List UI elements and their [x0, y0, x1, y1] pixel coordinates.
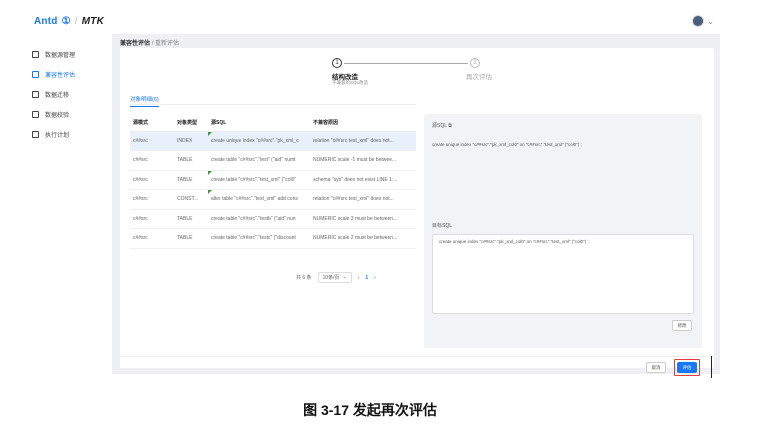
source-sql-label: 源SQL ⧉	[432, 122, 452, 129]
cell-schema: c##src	[130, 189, 174, 210]
sidebar-item-migrate[interactable]: 数据迁移	[28, 84, 112, 104]
table-header: 源模式 对象类型 源SQL 不兼容原因	[130, 114, 416, 132]
cell-schema: c##src	[130, 150, 174, 171]
main-content: 兼容性评估 / 重新评估 1 2 结构改造 不兼容的SQL改造 再次评估 对象明…	[112, 34, 720, 376]
step-1-dot: 1	[332, 58, 342, 68]
sidebar: 数据源管理 兼容性评估 数据迁移 数据校验 执行计划	[28, 44, 112, 144]
logo-separator: /	[74, 15, 78, 27]
evaluate-button[interactable]: 评估	[677, 362, 697, 373]
top-bar: Antd ① / MTK ⌄	[28, 8, 720, 34]
breadcrumb: 兼容性评估 / 重新评估	[120, 38, 179, 47]
cell-type: CONST...	[174, 189, 208, 210]
sidebar-item-evaluate[interactable]: 兼容性评估	[28, 64, 112, 84]
cell-reason: relation "c##src.test_xml" does not...	[310, 189, 416, 210]
source-sql-text: create unique index "c##src"."pk_xml_col…	[432, 142, 582, 147]
app-window: Antd ① / MTK ⌄ 数据源管理 兼容性评估 数据迁移 数据校验 执行计划…	[28, 8, 720, 376]
cell-schema: c##src	[130, 209, 174, 229]
sidebar-item-label: 执行计划	[45, 132, 70, 139]
cell-type: TABLE	[174, 209, 208, 229]
target-sql-editor[interactable]: create unique index "c##src"."pk_xml_col…	[432, 234, 694, 314]
table-row[interactable]: c##src TABLE create table "c##src"."test…	[130, 209, 416, 229]
cell-type: TABLE	[174, 228, 208, 249]
sidebar-item-plan[interactable]: 执行计划	[28, 124, 112, 144]
cell-reason: relation "c##src.test_xml" does not...	[310, 131, 416, 151]
column-header: 对象类型	[174, 114, 208, 132]
sidebar-item-datasource[interactable]: 数据源管理	[28, 44, 112, 64]
cell-sql: create table "c##src"."testc" ("discount	[208, 228, 310, 249]
target-sql-text: create unique index "c##src"."pk_xml_col…	[439, 239, 589, 244]
cell-type: TABLE	[174, 150, 208, 171]
avatar	[692, 15, 705, 27]
modify-button[interactable]: 修改	[672, 320, 692, 331]
logo[interactable]: Antd ① / MTK	[34, 16, 104, 27]
cell-schema: c##src	[130, 228, 174, 249]
cell-sql: create table "c##src"."testb" ("aid" nun	[208, 209, 310, 229]
chevron-down-icon: ⌄	[707, 16, 714, 26]
cell-reason: NUMERIC scale -1 must be betwee...	[310, 150, 416, 171]
step-connector	[344, 63, 468, 64]
next-page-button[interactable]: ›	[374, 275, 376, 281]
cell-sql: create unique index "c##src"."pk_xml_c	[208, 131, 310, 151]
logo-mark: ①	[61, 15, 71, 27]
page-size-value: 10条/页	[322, 275, 340, 281]
prev-page-button[interactable]: ‹	[358, 275, 360, 281]
logo-text: Antd	[34, 15, 58, 27]
cell-sql: create table "c##src"."test" ("aid" numt	[208, 150, 310, 171]
table-row[interactable]: c##src INDEX create unique index "c##src…	[130, 131, 416, 151]
step-2-title: 再次评估	[466, 74, 492, 81]
evaluate-card: 1 2 结构改造 不兼容的SQL改造 再次评估 对象明细(6) 源模式 对象类型…	[120, 48, 714, 376]
breadcrumb-current: 重新评估	[155, 41, 180, 47]
product-name: MTK	[81, 15, 104, 27]
step-2-dot: 2	[470, 58, 480, 68]
cell-type: INDEX	[174, 131, 208, 151]
cell-reason: schema "sys" does not exist LINE 1:...	[310, 170, 416, 190]
chevron-down-icon: ⌄	[342, 274, 347, 280]
sidebar-item-label: 数据源管理	[45, 52, 76, 59]
step-1-desc: 不兼容的SQL改造	[332, 80, 369, 85]
object-table: 源模式 对象类型 源SQL 不兼容原因 c##src INDEX create …	[130, 114, 416, 249]
sidebar-item-label: 数据校验	[45, 112, 70, 119]
column-header: 源SQL	[208, 114, 310, 132]
table-row[interactable]: c##src CONST... alter table "c##src"."te…	[130, 189, 416, 210]
table-row[interactable]: c##src TABLE create table "c##src"."test…	[130, 228, 416, 249]
table-row[interactable]: c##src TABLE create table "c##src"."test…	[130, 150, 416, 171]
sidebar-item-label: 数据迁移	[45, 92, 70, 99]
column-header: 不兼容原因	[310, 114, 416, 132]
sidebar-item-verify[interactable]: 数据校验	[28, 104, 112, 124]
steps: 1 2 结构改造 不兼容的SQL改造 再次评估	[332, 58, 512, 88]
user-menu[interactable]: ⌄	[692, 15, 714, 27]
cell-schema: c##src	[130, 170, 174, 190]
cell-sql: alter table "c##src"."test_xml" add cons	[208, 189, 310, 210]
page-size-select[interactable]: 10条/页 ⌄	[317, 272, 352, 283]
breadcrumb-separator: /	[151, 41, 154, 47]
column-header: 源模式	[130, 114, 174, 132]
target-sql-label: 目标SQL	[432, 223, 453, 229]
cell-reason: NUMERIC scale 2 must be between...	[310, 228, 416, 249]
pagination-total: 共 6 条	[296, 275, 312, 281]
text-cursor	[711, 356, 712, 378]
cell-type: TABLE	[174, 170, 208, 190]
sidebar-item-label: 兼容性评估	[45, 72, 76, 79]
cancel-button[interactable]: 取消	[646, 362, 666, 373]
verify-icon	[32, 110, 39, 118]
evaluate-icon	[32, 70, 39, 78]
pagination: 共 6 条 10条/页 ⌄ ‹ 1 ›	[296, 272, 376, 283]
breadcrumb-parent[interactable]: 兼容性评估	[120, 41, 150, 47]
migrate-icon	[32, 90, 39, 98]
plan-icon	[32, 130, 39, 138]
figure-caption: 图 3-17 发起再次评估	[303, 402, 437, 418]
source-sql-label-text: 源SQL	[432, 123, 447, 129]
sql-detail-panel: 源SQL ⧉ create unique index "c##src"."pk_…	[424, 114, 702, 348]
cell-sql: create table "c##src"."test_xml" ("col0"	[208, 170, 310, 190]
cell-schema: c##src	[130, 131, 174, 151]
page-number[interactable]: 1	[365, 275, 368, 281]
table-row[interactable]: c##src TABLE create table "c##src"."test…	[130, 170, 416, 190]
tab-object-detail[interactable]: 对象明细(6)	[130, 95, 159, 107]
cell-reason: NUMERIC scale 3 must be between...	[310, 209, 416, 229]
footer-divider	[120, 356, 714, 357]
database-icon	[32, 50, 39, 58]
copy-icon[interactable]: ⧉	[448, 123, 452, 129]
tab-divider	[130, 104, 416, 105]
